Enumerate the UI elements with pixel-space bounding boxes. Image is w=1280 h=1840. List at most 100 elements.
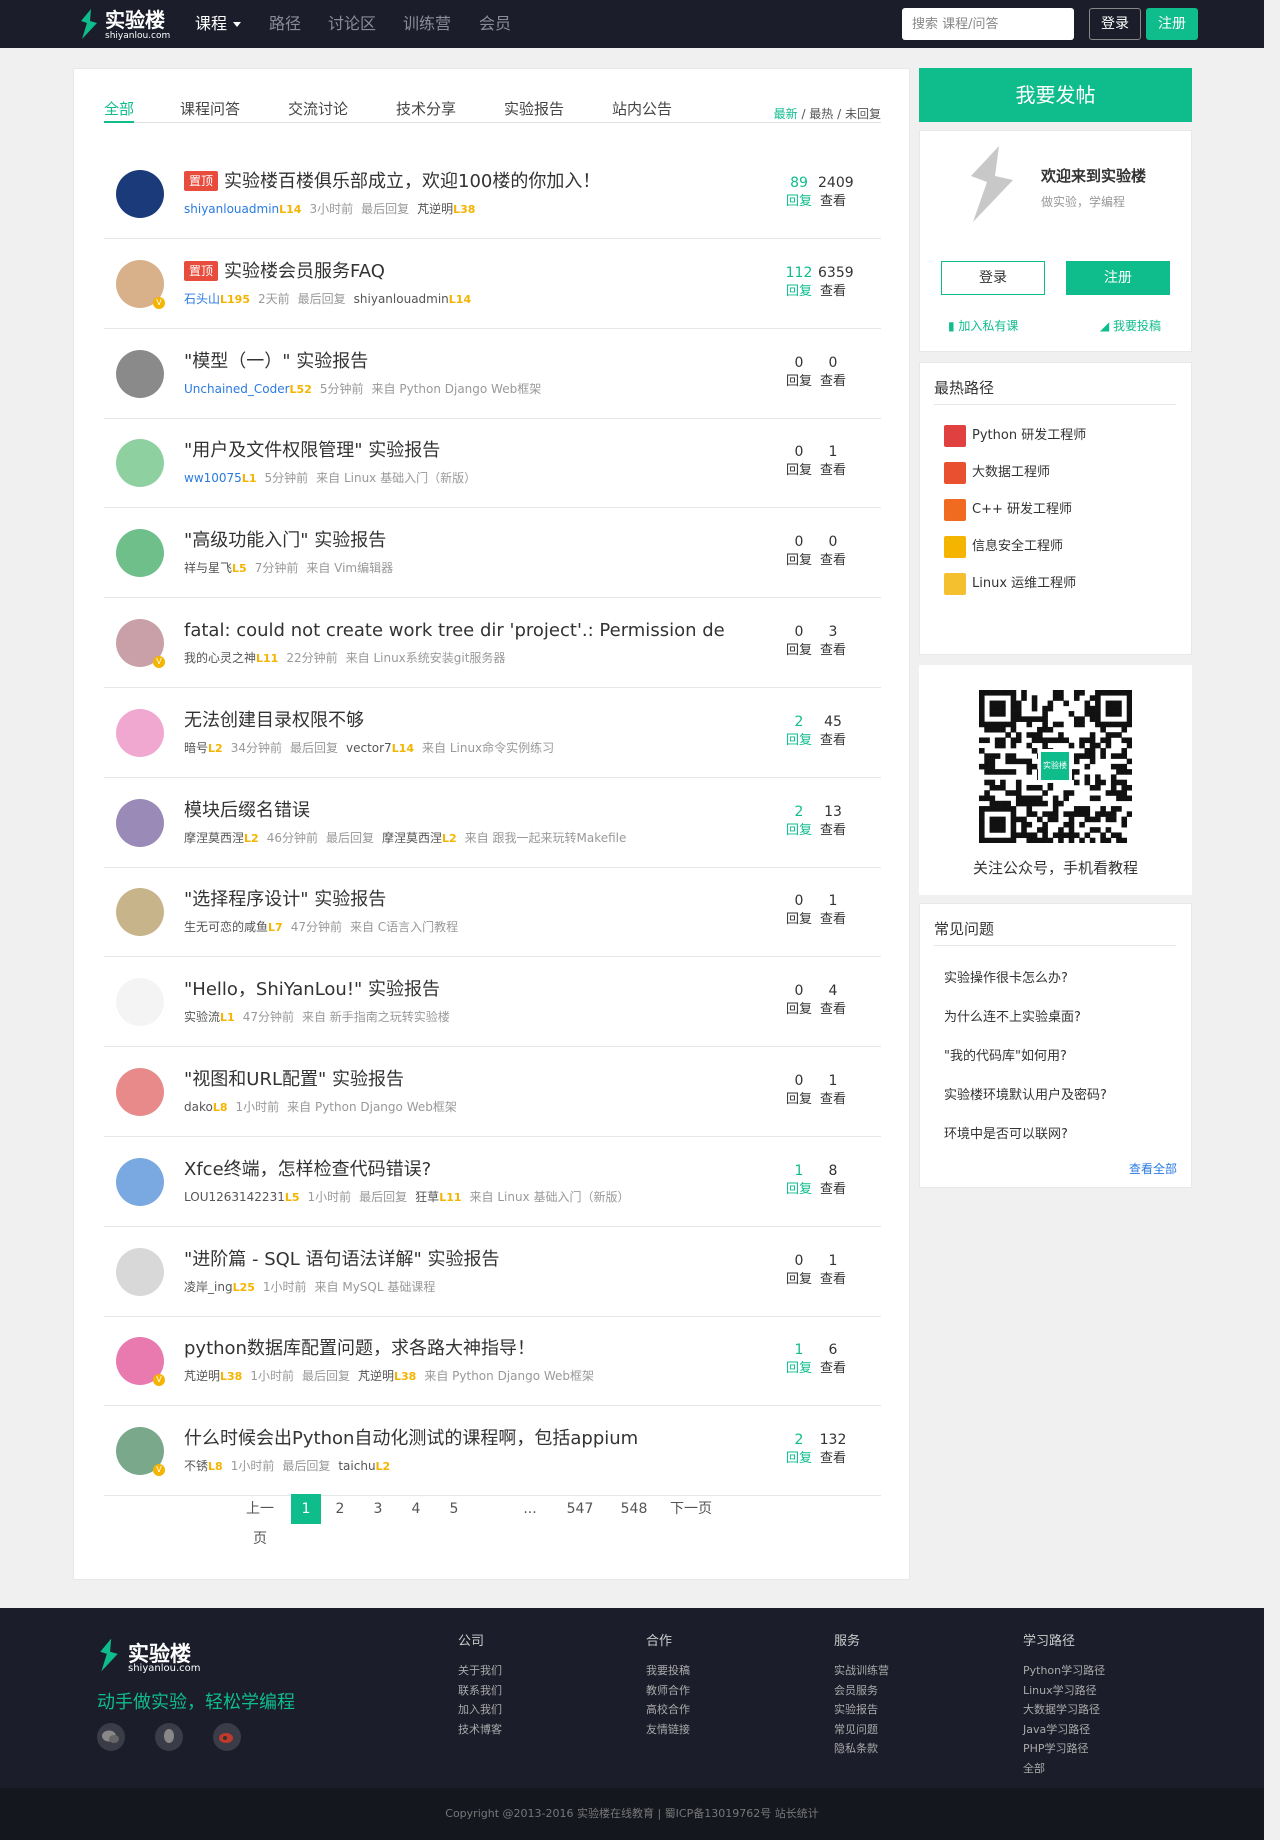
weibo-icon[interactable] xyxy=(213,1723,241,1751)
post-title[interactable]: "选择程序设计" 实验报告 xyxy=(184,887,386,913)
page-547[interactable]: 547 xyxy=(563,1494,597,1524)
post-title[interactable]: "视图和URL配置" 实验报告 xyxy=(184,1067,404,1093)
source-course-link[interactable]: 来自 跟我一起来玩转Makefile xyxy=(465,831,627,845)
post-title[interactable]: python数据库配置问题，求各路大神指导！ xyxy=(184,1336,535,1362)
post-title[interactable]: 无法创建目录权限不够 xyxy=(184,708,364,734)
author-link[interactable]: 生无可恋的咸鱼 xyxy=(184,920,268,934)
table-row[interactable]: "视图和URL配置" 实验报告 dakoL8 1小时前 来自 Python Djang… xyxy=(104,1047,881,1137)
site-logo[interactable]: 实验楼 shiyanlou.com xyxy=(78,6,198,42)
sort-hottest[interactable]: 最热 xyxy=(809,107,833,121)
author-link[interactable]: 石头山 xyxy=(184,292,220,306)
tab-all[interactable]: 全部 xyxy=(104,99,135,123)
table-row[interactable]: V 置顶 实验楼会员服务FAQ 石头山L195 2天前 最后回复 shiyanlouadmi… xyxy=(104,239,881,329)
author-link[interactable]: shiyanlouadmin xyxy=(184,202,279,216)
source-course-link[interactable]: 来自 Vim编辑器 xyxy=(306,561,393,575)
register-button[interactable]: 注册 xyxy=(1146,8,1198,40)
avatar[interactable] xyxy=(116,1158,164,1206)
faq-item[interactable]: 为什么连不上实验桌面? xyxy=(944,1006,1081,1025)
post-title[interactable]: "Hello，ShiYanLou!" 实验报告 xyxy=(184,977,440,1003)
author-link[interactable]: 凌岸_ing xyxy=(184,1280,233,1294)
post-title[interactable]: "高级功能入门" 实验报告 xyxy=(184,528,386,554)
post-title[interactable]: 模块后缀名错误 xyxy=(184,798,310,824)
source-course-link[interactable]: 来自 Python Django Web框架 xyxy=(424,1369,594,1383)
table-row[interactable]: V 什么时候会出Python自动化测试的课程啊，包括appium 不锈L8 1小时前最… xyxy=(104,1406,881,1496)
faq-item[interactable]: 实验楼环境默认用户及密码? xyxy=(944,1084,1107,1103)
source-course-link[interactable]: 来自 Linux系统安装git服务器 xyxy=(346,651,506,665)
author-link[interactable]: 实验流 xyxy=(184,1010,220,1024)
sort-unreplied[interactable]: 未回复 xyxy=(845,107,881,121)
table-row[interactable]: "Hello，ShiYanLou!" 实验报告 实验流L1 47分钟前 来自 新手指南… xyxy=(104,957,881,1047)
footer-link[interactable]: 全部 xyxy=(1023,1759,1105,1779)
tab-lab-report[interactable]: 实验报告 xyxy=(504,99,564,123)
hot-path-item[interactable]: Linux 运维工程师 xyxy=(944,572,1076,596)
author-link[interactable]: LOU1263142231 xyxy=(184,1190,285,1204)
wechat-icon[interactable] xyxy=(97,1723,125,1751)
sort-newest[interactable]: 最新 xyxy=(774,107,798,121)
source-course-link[interactable]: 来自 新手指南之玩转实验楼 xyxy=(302,1010,450,1024)
page-1[interactable]: 1 xyxy=(291,1494,321,1524)
table-row[interactable]: Vpython数据库配置问题，求各路大神指导！ 芃逆明L38 1小时前 最后回复 芃逆明… xyxy=(104,1316,881,1406)
table-row[interactable]: 模块后缀名错误 摩涅莫西涅L2 46分钟前 最后回复 摩涅莫西涅L2 来自 跟我一起来玩转… xyxy=(104,778,881,868)
source-course-link[interactable]: 来自 Python Django Web框架 xyxy=(372,382,542,396)
tab-discussion[interactable]: 交流讨论 xyxy=(288,99,348,123)
footer-link[interactable]: Python学习路径 xyxy=(1023,1661,1105,1681)
table-row[interactable]: Xfce终端，怎样检查代码错误? LOU1263142231L5 1小时前 最后回复狂… xyxy=(104,1137,881,1227)
avatar[interactable] xyxy=(116,170,164,218)
footer-link[interactable]: 隐私条款 xyxy=(834,1739,889,1759)
author-link[interactable]: 我的心灵之神 xyxy=(184,651,256,665)
source-course-link[interactable]: 来自 C语言入门教程 xyxy=(350,920,458,934)
page-3[interactable]: 3 xyxy=(368,1494,388,1524)
page-2[interactable]: 2 xyxy=(330,1494,350,1524)
footer-link[interactable]: 大数据学习路径 xyxy=(1023,1700,1105,1720)
table-row[interactable]: "进阶篇 - SQL 语句语法详解" 实验报告 凌岸_ingL25 1小时前 来自 M… xyxy=(104,1227,881,1317)
page-5[interactable]: 5 xyxy=(444,1494,464,1524)
hot-path-item[interactable]: C++ 研发工程师 xyxy=(944,498,1072,522)
footer-link[interactable]: 高校合作 xyxy=(646,1700,690,1720)
author-link[interactable]: 不锈 xyxy=(184,1459,208,1473)
hot-path-item[interactable]: Python 研发工程师 xyxy=(944,424,1086,448)
footer-link[interactable]: 我要投稿 xyxy=(646,1661,690,1681)
footer-logo[interactable]: 实验楼 shiyanlou.com xyxy=(97,1636,217,1676)
avatar[interactable] xyxy=(116,1068,164,1116)
tab-course-qa[interactable]: 课程问答 xyxy=(180,99,240,123)
page-548[interactable]: 548 xyxy=(617,1494,651,1524)
post-title[interactable]: 置顶 实验楼百楼俱乐部成立，欢迎100楼的你加入！ xyxy=(184,169,600,195)
nav-forum[interactable]: 讨论区 xyxy=(328,14,376,34)
footer-link[interactable]: 加入我们 xyxy=(458,1700,502,1720)
search-input[interactable] xyxy=(902,8,1074,40)
page-4[interactable]: 4 xyxy=(406,1494,426,1524)
table-row[interactable]: Vfatal: could not create work tree dir '… xyxy=(104,598,881,688)
reply-user-link[interactable]: shiyanlouadmin xyxy=(354,292,449,306)
footer-link[interactable]: 会员服务 xyxy=(834,1681,889,1701)
reply-user-link[interactable]: 芃逆明 xyxy=(358,1369,394,1383)
footer-link[interactable]: PHP学习路径 xyxy=(1023,1739,1105,1759)
avatar[interactable] xyxy=(116,799,164,847)
reply-user-link[interactable]: 芃逆明 xyxy=(417,202,453,216)
footer-link[interactable]: Linux学习路径 xyxy=(1023,1681,1105,1701)
table-row[interactable]: 无法创建目录权限不够 暗号L2 34分钟前 最后回复 vector7L14 来自 Linu… xyxy=(104,688,881,778)
footer-link[interactable]: 友情链接 xyxy=(646,1720,690,1740)
faq-more-link[interactable]: 查看全部 xyxy=(1129,1160,1177,1177)
reply-user-link[interactable]: taichu xyxy=(338,1459,375,1473)
tab-tech-share[interactable]: 技术分享 xyxy=(396,99,456,123)
author-link[interactable]: dako xyxy=(184,1100,213,1114)
avatar[interactable] xyxy=(116,350,164,398)
sidebar-login-button[interactable]: 登录 xyxy=(941,261,1045,295)
prev-page-button[interactable]: 上一页 xyxy=(240,1494,280,1547)
source-course-link[interactable]: 来自 Linux命令实例练习 xyxy=(422,741,554,755)
author-link[interactable]: Unchained_Coder xyxy=(184,382,290,396)
footer-link[interactable]: 实战训练营 xyxy=(834,1661,889,1681)
footer-link[interactable]: 常见问题 xyxy=(834,1720,889,1740)
sidebar-register-button[interactable]: 注册 xyxy=(1066,261,1170,295)
faq-item[interactable]: "我的代码库"如何用? xyxy=(944,1045,1067,1064)
author-link[interactable]: 祥与星飞 xyxy=(184,561,232,575)
nav-bootcamp[interactable]: 训练营 xyxy=(403,14,451,34)
avatar[interactable] xyxy=(116,529,164,577)
hot-path-item[interactable]: 大数据工程师 xyxy=(944,461,1050,485)
source-course-link[interactable]: 来自 Python Django Web框架 xyxy=(287,1100,457,1114)
faq-item[interactable]: 实验操作很卡怎么办? xyxy=(944,967,1068,986)
avatar[interactable] xyxy=(116,439,164,487)
new-post-button[interactable]: 我要发帖 xyxy=(919,68,1192,122)
footer-link[interactable]: 关于我们 xyxy=(458,1661,502,1681)
author-link[interactable]: ww10075 xyxy=(184,471,242,485)
